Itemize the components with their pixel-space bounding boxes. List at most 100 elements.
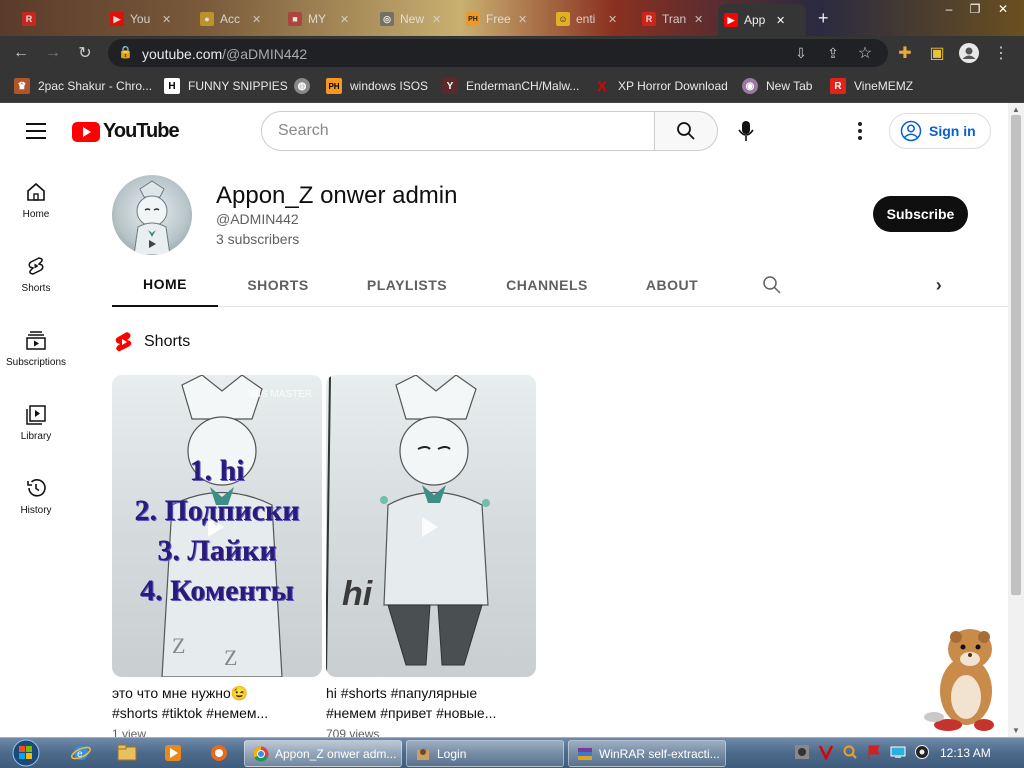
- tray-network-icon[interactable]: [890, 744, 906, 760]
- taskbar-button-label: Login: [437, 746, 467, 761]
- taskbar-clock[interactable]: 12:13 AM: [940, 746, 991, 760]
- short-thumbnail[interactable]: hi: [326, 375, 536, 677]
- bookmark-item[interactable]: ♛ 2pac Shakur - Chro...: [14, 77, 152, 95]
- sidebar-item-history[interactable]: History: [0, 469, 72, 543]
- voice-search-button[interactable]: [726, 111, 766, 151]
- scroll-up-icon[interactable]: ▲: [1012, 105, 1020, 114]
- close-icon[interactable]: ✕: [694, 13, 703, 26]
- reload-icon[interactable]: ↻: [74, 42, 96, 64]
- browser-tab[interactable]: ■ MY ✕: [282, 6, 355, 32]
- menu-icon[interactable]: [26, 123, 46, 139]
- settings-menu-icon[interactable]: [850, 117, 870, 145]
- tab-about[interactable]: ABOUT: [628, 263, 716, 307]
- short-thumbnail[interactable]: Z Z IBIS MASTER 1. hi 2. Подписки 3. Лай…: [112, 375, 322, 677]
- address-bar[interactable]: 🔒 youtube.com/@aDMIN442: [108, 39, 888, 67]
- search-button[interactable]: [654, 111, 718, 151]
- subscribe-button[interactable]: Subscribe: [873, 196, 968, 232]
- tab-shorts[interactable]: SHORTS: [230, 263, 326, 307]
- profile-icon[interactable]: [958, 42, 980, 64]
- tray-flag-icon[interactable]: [866, 744, 882, 760]
- maximize-icon[interactable]: ❐: [962, 0, 988, 18]
- app-icon[interactable]: [208, 742, 230, 764]
- watermark-text: IBIS MASTER: [248, 389, 312, 400]
- search-icon: [677, 122, 695, 140]
- sidepanel-icon[interactable]: ▣: [926, 42, 948, 64]
- scroll-down-icon[interactable]: ▼: [1012, 726, 1020, 735]
- extensions-icon[interactable]: ✚: [894, 42, 916, 64]
- menu-icon[interactable]: ⋮: [990, 42, 1012, 64]
- start-button[interactable]: [8, 738, 44, 768]
- install-icon[interactable]: ⇩: [790, 42, 812, 64]
- login-icon: [417, 748, 429, 760]
- browser-tab-active[interactable]: ▶ App ✕: [718, 4, 806, 36]
- media-player-icon[interactable]: [162, 742, 184, 764]
- file-explorer-icon[interactable]: [116, 742, 138, 764]
- bookmark-item[interactable]: PH windows ISOS: [326, 77, 428, 95]
- youtube-logo[interactable]: YouTube: [72, 120, 180, 143]
- tab-channels[interactable]: CHANNELS: [492, 263, 602, 307]
- shorts-logo-icon: [115, 332, 132, 352]
- sign-in-button[interactable]: Sign in: [889, 113, 991, 149]
- taskbar-button-login[interactable]: Login: [406, 740, 564, 767]
- tray-antivirus-icon[interactable]: [818, 744, 834, 760]
- sidebar-item-library[interactable]: Library: [0, 395, 72, 469]
- browser-tab[interactable]: R: [16, 6, 42, 32]
- tab-title: You: [130, 12, 151, 26]
- x-icon: X: [597, 78, 607, 94]
- bookmark-item[interactable]: H FUNNY SNIPPIES: [164, 77, 288, 95]
- bookmark-item[interactable]: ◉ New Tab: [742, 77, 812, 95]
- bookmark-item[interactable]: R VineMEMZ: [830, 77, 913, 95]
- tab-playlists[interactable]: PLAYLISTS: [352, 263, 462, 307]
- close-window-icon[interactable]: ✕: [990, 0, 1016, 18]
- sidebar-item-subscriptions[interactable]: Subscriptions: [0, 321, 72, 395]
- sidebar-label: Home: [22, 209, 50, 220]
- shorts-heading: Shorts: [144, 333, 191, 350]
- browser-tab[interactable]: ☺ enti ✕: [550, 6, 623, 32]
- close-icon[interactable]: ✕: [518, 13, 527, 26]
- channel-search-button[interactable]: [758, 263, 786, 307]
- bookmark-item[interactable]: X XP Horror Download: [594, 77, 728, 95]
- tab-title: enti: [576, 12, 596, 26]
- scrollbar-thumb[interactable]: [1011, 115, 1021, 595]
- close-icon[interactable]: ✕: [432, 13, 441, 26]
- bookmark-item[interactable]: Y EndermanCH/Malw...: [442, 77, 579, 95]
- internet-explorer-icon[interactable]: e: [70, 742, 92, 764]
- search-icon: [763, 276, 781, 294]
- sidebar-item-home[interactable]: Home: [0, 173, 72, 247]
- browser-tab[interactable]: PH Free ✕: [460, 6, 533, 32]
- close-icon[interactable]: ✕: [608, 13, 617, 26]
- taskbar-button-chrome[interactable]: Appon_Z onwer adm...: [244, 740, 402, 767]
- sidebar-item-shorts[interactable]: Shorts: [0, 247, 72, 321]
- tray-app-icon[interactable]: [794, 744, 810, 760]
- share-icon[interactable]: ⇪: [822, 42, 844, 64]
- minimize-icon[interactable]: –: [936, 0, 962, 18]
- short-title[interactable]: это что мне нужно😉 #shorts #tiktok #неме…: [112, 683, 322, 723]
- search-input[interactable]: Search: [261, 111, 655, 151]
- channel-tabs: HOME SHORTS PLAYLISTS CHANNELS ABOUT ›: [112, 263, 1008, 307]
- h-icon: H: [164, 78, 180, 94]
- shorts-icon: [28, 257, 44, 275]
- new-tab-icon[interactable]: +: [818, 8, 829, 29]
- tray-volume-icon[interactable]: [914, 744, 930, 760]
- bookmark-item[interactable]: ◍: [294, 77, 310, 95]
- browser-tab[interactable]: ● Acc ✕: [194, 6, 267, 32]
- back-icon[interactable]: ←: [10, 42, 32, 64]
- tab-title: New: [400, 12, 425, 26]
- close-icon[interactable]: ✕: [252, 13, 261, 26]
- short-title[interactable]: hi #shorts #папулярные #немем #привет #н…: [326, 683, 536, 723]
- browser-tab[interactable]: ◎ New ✕: [374, 6, 447, 32]
- channel-name: Appon_Z onwer admin: [216, 182, 458, 209]
- tab-home[interactable]: HOME: [112, 263, 218, 307]
- page-scrollbar[interactable]: ▲ ▼: [1008, 103, 1024, 737]
- close-icon[interactable]: ✕: [776, 14, 785, 27]
- close-icon[interactable]: ✕: [162, 13, 171, 26]
- tray-search-icon[interactable]: [842, 744, 858, 760]
- star-icon[interactable]: ☆: [854, 42, 876, 64]
- taskbar-button-winrar[interactable]: WinRAR self-extracti...: [568, 740, 726, 767]
- close-icon[interactable]: ✕: [340, 13, 349, 26]
- browser-tab[interactable]: ▶ You ✕: [104, 6, 177, 32]
- chevron-right-icon[interactable]: ›: [924, 263, 954, 307]
- forward-icon[interactable]: →: [42, 42, 64, 64]
- channel-avatar[interactable]: [112, 175, 192, 255]
- browser-tab[interactable]: R Tran ✕: [636, 6, 709, 32]
